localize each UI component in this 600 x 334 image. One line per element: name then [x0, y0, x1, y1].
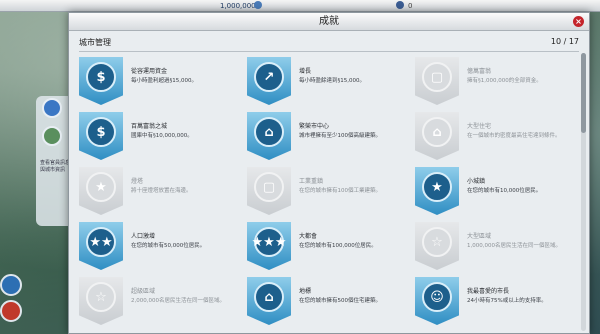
achievement-title: 人口激增	[131, 233, 156, 240]
map-icon[interactable]	[42, 126, 62, 146]
population-readout: 0	[408, 2, 413, 10]
achievement-title: 從容運用資金	[131, 68, 168, 75]
badge-glyph: $	[86, 62, 116, 92]
achievement-card[interactable]: ☆ 超級區域 2,000,000名居民生活在同一個區域。	[79, 277, 239, 325]
achievement-card[interactable]: $ 從容運用資金每小時盈利超過§15,000。	[79, 57, 239, 105]
achievement-badge-icon: ▢	[415, 57, 459, 105]
lightbulb-icon[interactable]	[42, 98, 62, 118]
badge-glyph: ⌂	[422, 117, 452, 147]
achievement-description: 1,000,000名居民生活在同一個區域。	[467, 243, 561, 249]
achievement-badge-icon: ⌂	[415, 112, 459, 160]
achievement-card[interactable]: ★ 小城鎮在您的城市有10,000位居民。	[415, 167, 575, 215]
achievement-badge-icon: ↗	[247, 57, 291, 105]
achievement-description: 2,000,000名居民生活在同一個區域。	[131, 298, 225, 304]
achievement-card[interactable]: ▢ 工業重鎮在您的城市擁有100個工業建築。	[247, 167, 407, 215]
achievement-description: 國庫中有§10,000,000。	[131, 133, 193, 139]
achievement-card[interactable]: $ 百萬富翁之城國庫中有§10,000,000。	[79, 112, 239, 160]
achievement-description: 每小時盈利超過§15,000。	[131, 78, 197, 84]
achievement-badge-icon: ★	[79, 167, 123, 215]
achievement-badge-icon: ☆	[79, 277, 123, 325]
achievement-badge-icon: ⌂	[247, 112, 291, 160]
achievement-title: 增長	[299, 68, 312, 75]
achievement-description: 在一個城市的密度最高住宅達到條件。	[467, 133, 561, 139]
simoleon-icon	[254, 1, 262, 9]
badge-glyph: ⌂	[254, 282, 284, 312]
achievement-card[interactable]: ★ 燈塔將十座燈塔放置在海邊。	[79, 167, 239, 215]
achievement-card[interactable]: ★★ 人口激增在您的城市有50,000位居民。	[79, 222, 239, 270]
dialog-header: 成就 ×	[69, 13, 589, 31]
achievement-title: 億萬富翁	[467, 68, 492, 75]
achievement-title: 我最喜愛的市長	[467, 288, 510, 295]
achievement-title: 超級區域	[131, 288, 156, 295]
badge-glyph: ⌂	[254, 117, 284, 147]
achievement-title: 小城鎮	[467, 178, 486, 185]
badge-glyph: ↗	[254, 62, 284, 92]
badge-glyph: ▢	[254, 172, 284, 202]
achievement-badge-icon: $	[79, 112, 123, 160]
graph-icon[interactable]	[0, 274, 22, 296]
achievement-title: 大型住宅	[467, 123, 492, 130]
achievement-card[interactable]: ⌂ 地標在您的城市擁有500個住宅建築。	[247, 277, 407, 325]
achievement-card[interactable]: ⌂ 繁榮市中心城市裡擁有至少100個高級建築。	[247, 112, 407, 160]
achievement-description: 城市裡擁有至少100個高級建築。	[299, 133, 381, 139]
close-button[interactable]: ×	[573, 16, 584, 27]
badge-glyph: ★	[86, 172, 116, 202]
achievement-card[interactable]: ☆ 大型區域 1,000,000名居民生活在同一個區域。	[415, 222, 575, 270]
achievement-description: 擁有§1,000,000的全部資金。	[467, 78, 542, 84]
scrollbar[interactable]	[581, 53, 586, 331]
achievement-badge-icon: ★	[415, 167, 459, 215]
money-readout: 1,000,000	[220, 2, 256, 10]
achievement-title: 地標	[299, 288, 312, 295]
achievement-title: 繁榮市中心	[299, 123, 330, 130]
achievement-description: 24小時有75%或以上的支持率。	[467, 298, 547, 304]
achievement-card[interactable]: ⌂ 大型住宅在一個城市的密度最高住宅達到條件。	[415, 112, 575, 160]
badge-glyph: ☆	[86, 282, 116, 312]
achievement-badge-icon: $	[79, 57, 123, 105]
badge-glyph: ★★	[86, 227, 116, 257]
achievement-badge-icon: ☆	[415, 222, 459, 270]
achievement-title: 工業重鎮	[299, 178, 324, 185]
achievement-grid: $ 從容運用資金每小時盈利超過§15,000。 ↗ 增長每小時盈餘達到§15,000。…	[79, 57, 579, 334]
achievement-title: 大型區域	[467, 233, 492, 240]
achievement-count: 10 / 17	[550, 37, 579, 46]
achievement-description: 將十座燈塔放置在海邊。	[131, 188, 192, 194]
badge-glyph: ☺	[422, 282, 452, 312]
achievement-title: 百萬富翁之城	[131, 123, 168, 130]
achievement-badge-icon: ⌂	[247, 277, 291, 325]
achievement-description: 在您的城市有50,000位居民。	[131, 243, 206, 249]
achievement-description: 每小時盈餘達到§15,000。	[299, 78, 365, 84]
achievements-dialog: 成就 × 城市管理 10 / 17 $ 從容運用資金每小時盈利超過§15,000。…	[68, 12, 590, 334]
badge-glyph: ☆	[422, 227, 452, 257]
achievement-badge-icon: ▢	[247, 167, 291, 215]
achievement-badge-icon: ☺	[415, 277, 459, 325]
achievement-card[interactable]: ★★★ 大都會在您的城市有100,000位居民。	[247, 222, 407, 270]
dialog-title: 成就	[319, 16, 339, 27]
achievement-title: 燈塔	[131, 178, 144, 185]
achievement-description: 在您的城市擁有100個工業建築。	[299, 188, 381, 194]
population-icon	[396, 1, 404, 9]
building-icon[interactable]	[0, 300, 22, 322]
badge-glyph: ★★★	[252, 227, 286, 257]
achievement-description: 在您的城市擁有500個住宅建築。	[299, 298, 381, 304]
section-header: 城市管理 10 / 17	[79, 37, 579, 51]
achievement-description: 在您的城市有10,000位居民。	[467, 188, 542, 194]
badge-glyph: ▢	[422, 62, 452, 92]
section-divider	[79, 51, 579, 52]
achievement-description: 在您的城市有100,000位居民。	[299, 243, 377, 249]
achievement-title: 大都會	[299, 233, 318, 240]
achievement-badge-icon: ★★	[79, 222, 123, 270]
section-title: 城市管理	[79, 38, 111, 47]
achievement-badge-icon: ★★★	[247, 222, 291, 270]
top-status-bar: 1,000,000 0	[0, 0, 600, 12]
scroll-thumb[interactable]	[581, 53, 586, 133]
achievement-card[interactable]: ↗ 增長每小時盈餘達到§15,000。	[247, 57, 407, 105]
badge-glyph: $	[86, 117, 116, 147]
achievement-card[interactable]: ▢ 億萬富翁擁有§1,000,000的全部資金。	[415, 57, 575, 105]
badge-glyph: ★	[422, 172, 452, 202]
achievement-card[interactable]: ☺ 我最喜愛的市長 24小時有75%或以上的支持率。	[415, 277, 575, 325]
